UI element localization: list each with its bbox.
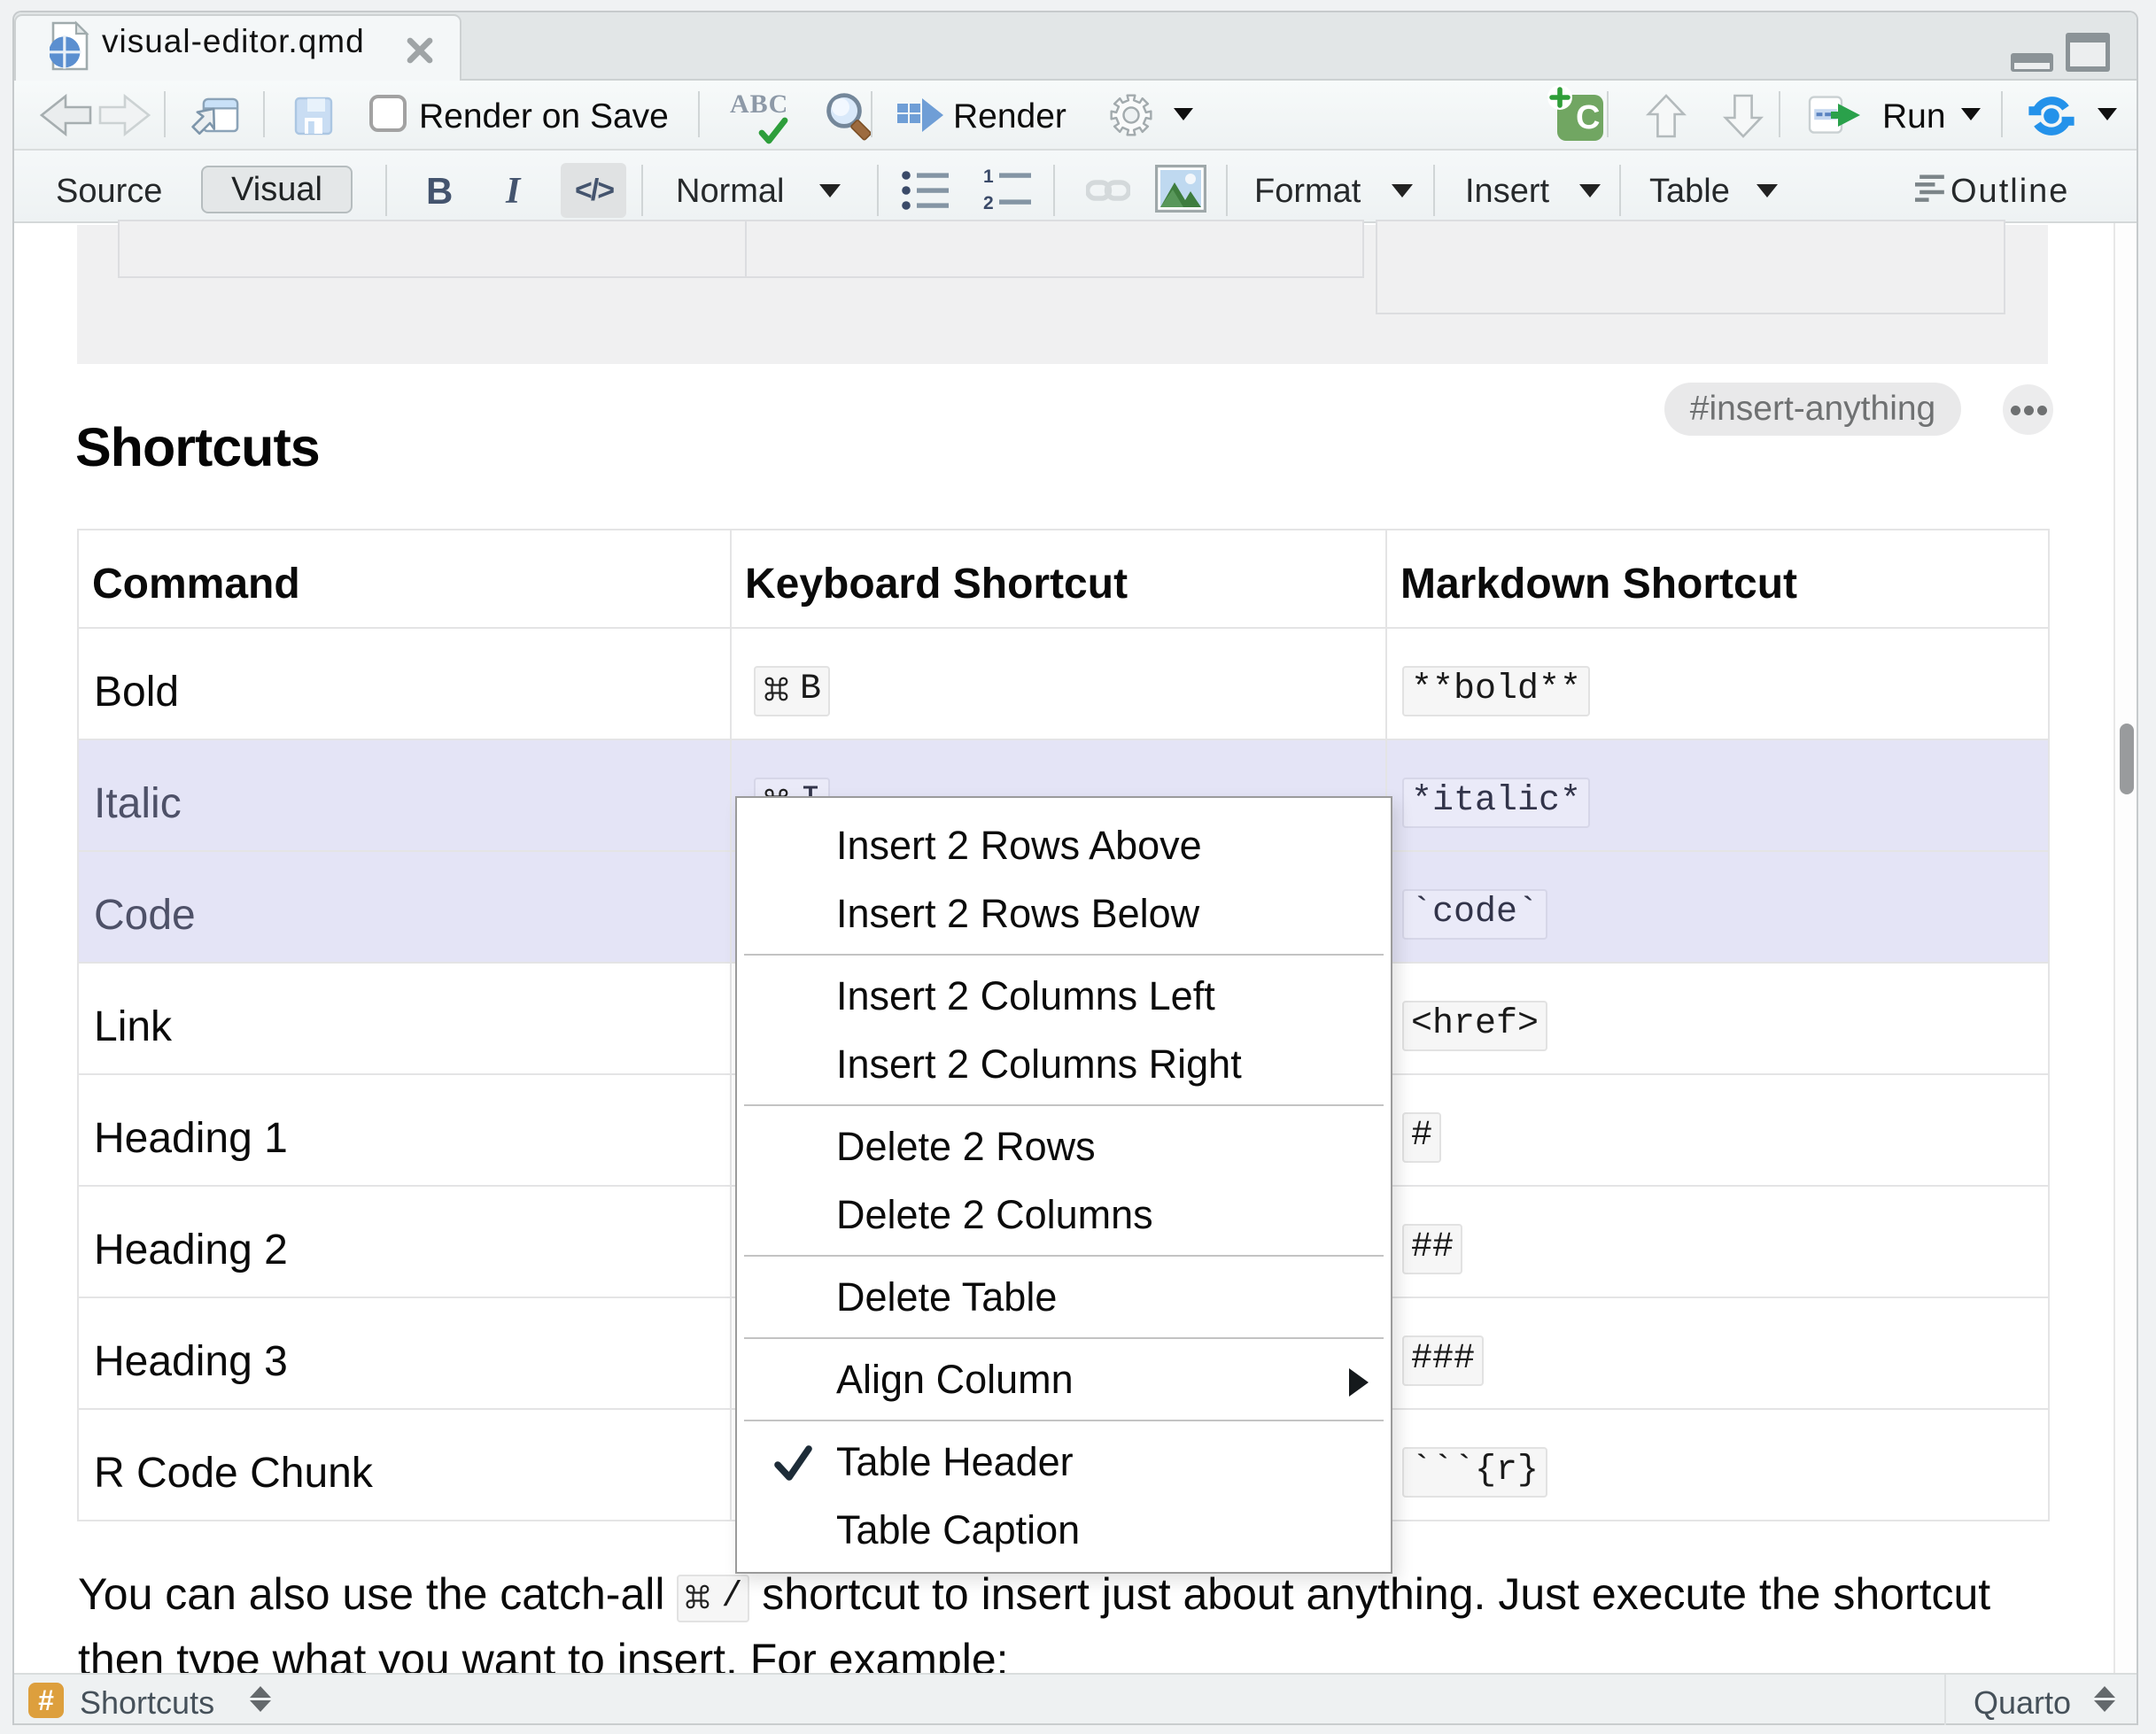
svg-text:1: 1 [983,168,994,187]
svg-text:2: 2 [983,193,994,213]
